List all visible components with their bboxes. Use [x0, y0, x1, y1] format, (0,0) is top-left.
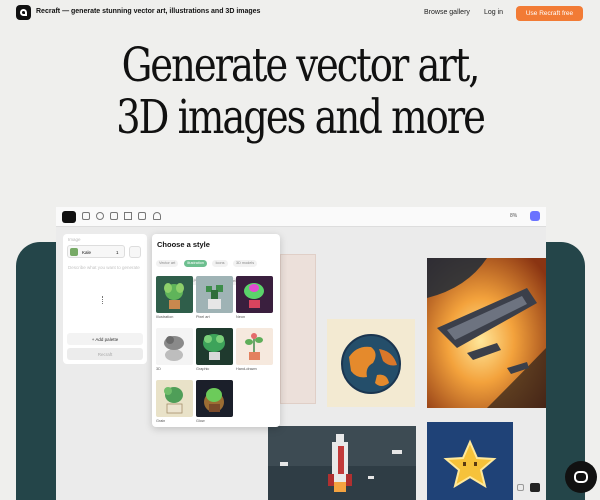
style-tile-hand-drawn[interactable]: Hand-drawn [236, 328, 273, 371]
layers-icon[interactable] [530, 483, 540, 492]
hero-line-1: Generate vector art, [121, 38, 481, 93]
browse-gallery-link[interactable]: Browse gallery [424, 9, 470, 16]
style-tile-graphic[interactable]: Graphic [196, 328, 233, 371]
style-tile-illustration[interactable]: Illustration [156, 276, 193, 319]
plant-grain-icon [156, 380, 193, 417]
style-tile-label: Graphic [196, 366, 210, 371]
plant-3d-icon [156, 328, 193, 365]
chip-3d-models[interactable]: 3D models [233, 259, 258, 267]
chip-icons[interactable]: Icons [212, 259, 228, 267]
style-popup-title: Choose a style [157, 240, 210, 249]
top-nav: Recraft — generate stunning vector art, … [0, 0, 600, 28]
plant-glow-icon [196, 380, 233, 417]
style-tile-label: Pixel art [196, 314, 210, 319]
style-tile-label: Neon [236, 314, 246, 319]
app-menu-icon[interactable] [62, 211, 76, 223]
plant-handdrawn-icon [236, 328, 273, 365]
zoom-level[interactable]: 8% [510, 213, 517, 219]
style-tile-label: Grain [156, 418, 166, 423]
chip-illustration[interactable]: Illustration [183, 259, 208, 267]
add-palette-button[interactable]: + Add palette [67, 333, 143, 345]
recraft-logo-icon[interactable] [16, 5, 31, 20]
fit-view-icon[interactable] [517, 484, 524, 491]
plant-graphic-icon [196, 328, 233, 365]
style-tile-neon[interactable]: Neon [236, 276, 273, 319]
select-tool-icon[interactable] [82, 212, 90, 220]
user-avatar[interactable] [530, 211, 540, 221]
hero-headline: Generate vector art, 3D images and more [54, 40, 546, 144]
search-icon[interactable] [96, 212, 104, 220]
settings-icon[interactable] [129, 246, 141, 258]
plant-neon-icon [236, 276, 273, 313]
canvas-image-blank[interactable] [280, 254, 316, 404]
plant-pixel-icon [196, 276, 233, 313]
upload-icon[interactable] [153, 212, 161, 220]
style-tile-3d[interactable]: 3D [156, 328, 193, 371]
chip-vector-art[interactable]: Vector art [156, 259, 179, 267]
text-cursor [102, 296, 104, 304]
image-tool-icon[interactable] [138, 212, 146, 220]
app-window: 8% Image Kale 1 Describe what you want t… [56, 207, 546, 500]
chat-support-button[interactable] [565, 461, 597, 493]
canvas-image-pixel-rocket[interactable] [268, 426, 416, 500]
style-tile-label: Hand-drawn [236, 366, 257, 371]
canvas-image-pixel-star[interactable] [427, 422, 513, 500]
use-recraft-free-button[interactable]: Use Recraft free [516, 6, 583, 21]
model-name: Kale [82, 249, 92, 255]
model-thumbnail [70, 248, 78, 256]
style-tile-grain[interactable]: Grain [156, 380, 193, 423]
plant-illustration-icon [156, 276, 193, 313]
style-tile-label: Glow [196, 418, 205, 423]
model-count: 1 [116, 249, 119, 255]
panel-label: Image [68, 237, 81, 242]
text-tool-icon[interactable] [124, 212, 132, 220]
app-toolbar: 8% [56, 207, 546, 227]
style-tile-label: 3D [156, 366, 161, 371]
recraft-button[interactable]: Recraft [67, 348, 143, 360]
model-selector[interactable]: Kale 1 [67, 245, 125, 258]
style-popup: Choose a style Vector art Illustration I… [152, 234, 280, 427]
frame-tool-icon[interactable] [110, 212, 118, 220]
log-in-link[interactable]: Log in [484, 9, 503, 16]
style-tile-label: Illustration [156, 314, 174, 319]
canvas-image-globe[interactable] [327, 319, 415, 407]
site-title: Recraft — generate stunning vector art, … [36, 8, 261, 15]
hero-line-2: 3D images and more [116, 90, 486, 145]
prompt-input[interactable]: Describe what you want to generate [68, 264, 142, 271]
generation-panel: Image Kale 1 Describe what you want to g… [63, 234, 147, 364]
style-tile-glow[interactable]: Glow [196, 380, 233, 423]
chat-bubble-icon [574, 471, 588, 483]
canvas-image-spaceship[interactable] [427, 258, 546, 408]
style-tile-pixel-art[interactable]: Pixel art [196, 276, 233, 319]
